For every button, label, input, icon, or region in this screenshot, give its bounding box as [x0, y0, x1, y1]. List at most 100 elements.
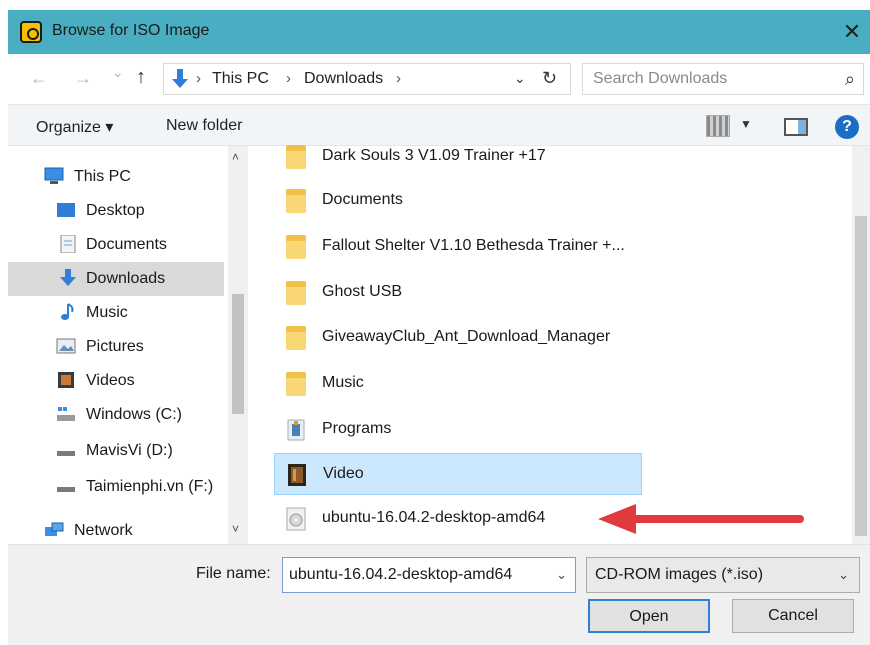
- up-button[interactable]: ↑: [136, 66, 146, 89]
- file-name: GiveawayClub_Ant_Download_Manager: [322, 328, 611, 345]
- file-name: ubuntu-16.04.2-desktop-amd64: [322, 509, 546, 526]
- drive-icon: [57, 487, 75, 492]
- breadcrumb-separator: ›: [286, 70, 291, 87]
- videos-icon: [58, 372, 74, 388]
- programs-folder-icon: [287, 419, 305, 441]
- search-placeholder: Search Downloads: [593, 70, 728, 87]
- search-input[interactable]: Search Downloads ⌕: [582, 63, 864, 95]
- folder-icon: [286, 326, 306, 350]
- chevron-down-icon: ⌄: [838, 567, 849, 582]
- file-name-value: ubuntu-16.04.2-desktop-amd64: [289, 566, 513, 583]
- sidebar-item-label: Taimienphi.vn (F:): [86, 478, 214, 495]
- sidebar-item-label: Videos: [86, 372, 135, 389]
- navigation-bar: ← → ⌄ ↑ › This PC › Downloads › ⌄ ↻ Sear…: [8, 54, 870, 104]
- scrollbar-thumb[interactable]: [232, 294, 244, 414]
- network-icon: [45, 522, 64, 536]
- annotation-arrow: [598, 504, 804, 534]
- list-item[interactable]: Dark Souls 3 V1.09 Trainer +17: [274, 136, 642, 178]
- breadcrumb-this-pc[interactable]: This PC: [212, 70, 269, 88]
- back-button[interactable]: ←: [30, 68, 48, 89]
- list-item[interactable]: ubuntu-16.04.2-desktop-amd64: [274, 498, 642, 540]
- sidebar-item-network[interactable]: Network: [34, 514, 224, 548]
- folder-icon: [286, 372, 306, 396]
- search-icon[interactable]: ⌕: [845, 69, 855, 90]
- navigation-scrollbar[interactable]: ˄ ˅: [228, 146, 248, 544]
- disc-image-icon: [286, 507, 306, 531]
- drive-icon: [57, 407, 75, 421]
- breadcrumb-downloads[interactable]: Downloads: [304, 70, 383, 88]
- breadcrumb-separator: ›: [396, 70, 401, 87]
- downloads-location-icon: [172, 69, 188, 88]
- folder-icon: [286, 235, 306, 259]
- list-item[interactable]: GiveawayClub_Ant_Download_Manager: [274, 317, 642, 359]
- folder-icon: [286, 281, 306, 305]
- sidebar-item-label: Network: [74, 522, 133, 539]
- list-item[interactable]: Music: [274, 363, 642, 405]
- address-dropdown-icon[interactable]: ⌄: [514, 70, 526, 87]
- sidebar-item-label: Documents: [86, 236, 167, 253]
- sidebar-item-label: MavisVi (D:): [86, 442, 173, 459]
- sidebar-item-pictures[interactable]: Pictures: [34, 330, 224, 364]
- drive-icon: [57, 451, 75, 456]
- list-item[interactable]: Video: [274, 453, 642, 495]
- file-name-label: File name:: [196, 565, 271, 582]
- sidebar-item-label: Music: [86, 304, 128, 321]
- list-item[interactable]: Ghost USB: [274, 272, 642, 314]
- desktop-icon: [57, 203, 75, 217]
- file-name: Programs: [322, 420, 392, 437]
- file-type-select[interactable]: CD-ROM images (*.iso) ⌄: [586, 557, 860, 593]
- navigation-pane: This PC Desktop Documents Downloads Musi…: [8, 146, 248, 544]
- folder-icon: [286, 189, 306, 213]
- address-bar[interactable]: › This PC › Downloads › ⌄ ↻: [163, 63, 571, 95]
- documents-icon: [60, 235, 76, 253]
- sidebar-item-videos[interactable]: Videos: [34, 364, 224, 398]
- change-view-icon[interactable]: [706, 115, 730, 137]
- file-list-scrollbar[interactable]: [852, 146, 870, 544]
- sidebar-item-music[interactable]: Music: [34, 296, 224, 330]
- scrollbar-thumb[interactable]: [855, 216, 867, 536]
- file-name: Documents: [322, 191, 403, 208]
- list-item[interactable]: Programs: [274, 409, 642, 451]
- window-title: Browse for ISO Image: [52, 22, 210, 39]
- list-item[interactable]: Documents: [274, 180, 642, 222]
- breadcrumb-separator: ›: [196, 70, 201, 87]
- sidebar-item-this-pc[interactable]: This PC: [34, 160, 224, 194]
- file-name-field[interactable]: ubuntu-16.04.2-desktop-amd64 ⌄: [282, 557, 576, 593]
- dialog-footer: File name: ubuntu-16.04.2-desktop-amd64 …: [8, 544, 870, 645]
- music-icon: [61, 303, 74, 320]
- sidebar-item-label: Downloads: [86, 270, 166, 287]
- sidebar-item-downloads[interactable]: Downloads: [8, 262, 224, 296]
- list-item[interactable]: Fallout Shelter V1.10 Bethesda Trainer +…: [274, 226, 642, 268]
- file-name: Fallout Shelter V1.10 Bethesda Trainer +…: [322, 237, 625, 254]
- sidebar-item-desktop[interactable]: Desktop: [34, 194, 224, 228]
- app-icon: [20, 21, 42, 43]
- file-list: Dark Souls 3 V1.09 Trainer +17 Documents…: [250, 145, 870, 544]
- file-name: Music: [322, 374, 364, 391]
- close-button[interactable]: ✕: [838, 18, 866, 46]
- file-name: Video: [323, 465, 364, 482]
- help-icon[interactable]: ?: [835, 115, 859, 139]
- cancel-button[interactable]: Cancel: [732, 599, 854, 633]
- open-button[interactable]: Open: [588, 599, 710, 633]
- downloads-icon: [60, 269, 76, 286]
- sidebar-item-label: This PC: [74, 168, 131, 185]
- folder-icon: [286, 145, 306, 169]
- new-folder-button[interactable]: New folder: [166, 117, 242, 135]
- sidebar-item-windows-c[interactable]: Windows (C:): [34, 398, 224, 432]
- view-options-dropdown-icon[interactable]: ▼: [740, 117, 752, 131]
- sidebar-item-taimienphi-f[interactable]: Taimienphi.vn (F:): [34, 470, 224, 504]
- video-folder-icon: [288, 464, 306, 486]
- chevron-down-icon[interactable]: ⌄: [556, 567, 567, 583]
- preview-pane-icon[interactable]: [784, 118, 808, 136]
- recent-locations-button[interactable]: ⌄: [112, 64, 124, 81]
- scroll-down-icon[interactable]: ˅: [232, 522, 239, 536]
- sidebar-item-label: Pictures: [86, 338, 144, 355]
- sidebar-item-documents[interactable]: Documents: [34, 228, 224, 262]
- file-name: Dark Souls 3 V1.09 Trainer +17: [322, 147, 546, 164]
- scroll-up-icon[interactable]: ˄: [232, 150, 239, 164]
- forward-button[interactable]: →: [74, 68, 92, 89]
- sidebar-item-mavisvi-d[interactable]: MavisVi (D:): [34, 434, 224, 468]
- refresh-icon[interactable]: ↻: [542, 68, 557, 89]
- sidebar-item-label: Desktop: [86, 202, 145, 219]
- organize-button[interactable]: Organize ▾: [36, 117, 113, 137]
